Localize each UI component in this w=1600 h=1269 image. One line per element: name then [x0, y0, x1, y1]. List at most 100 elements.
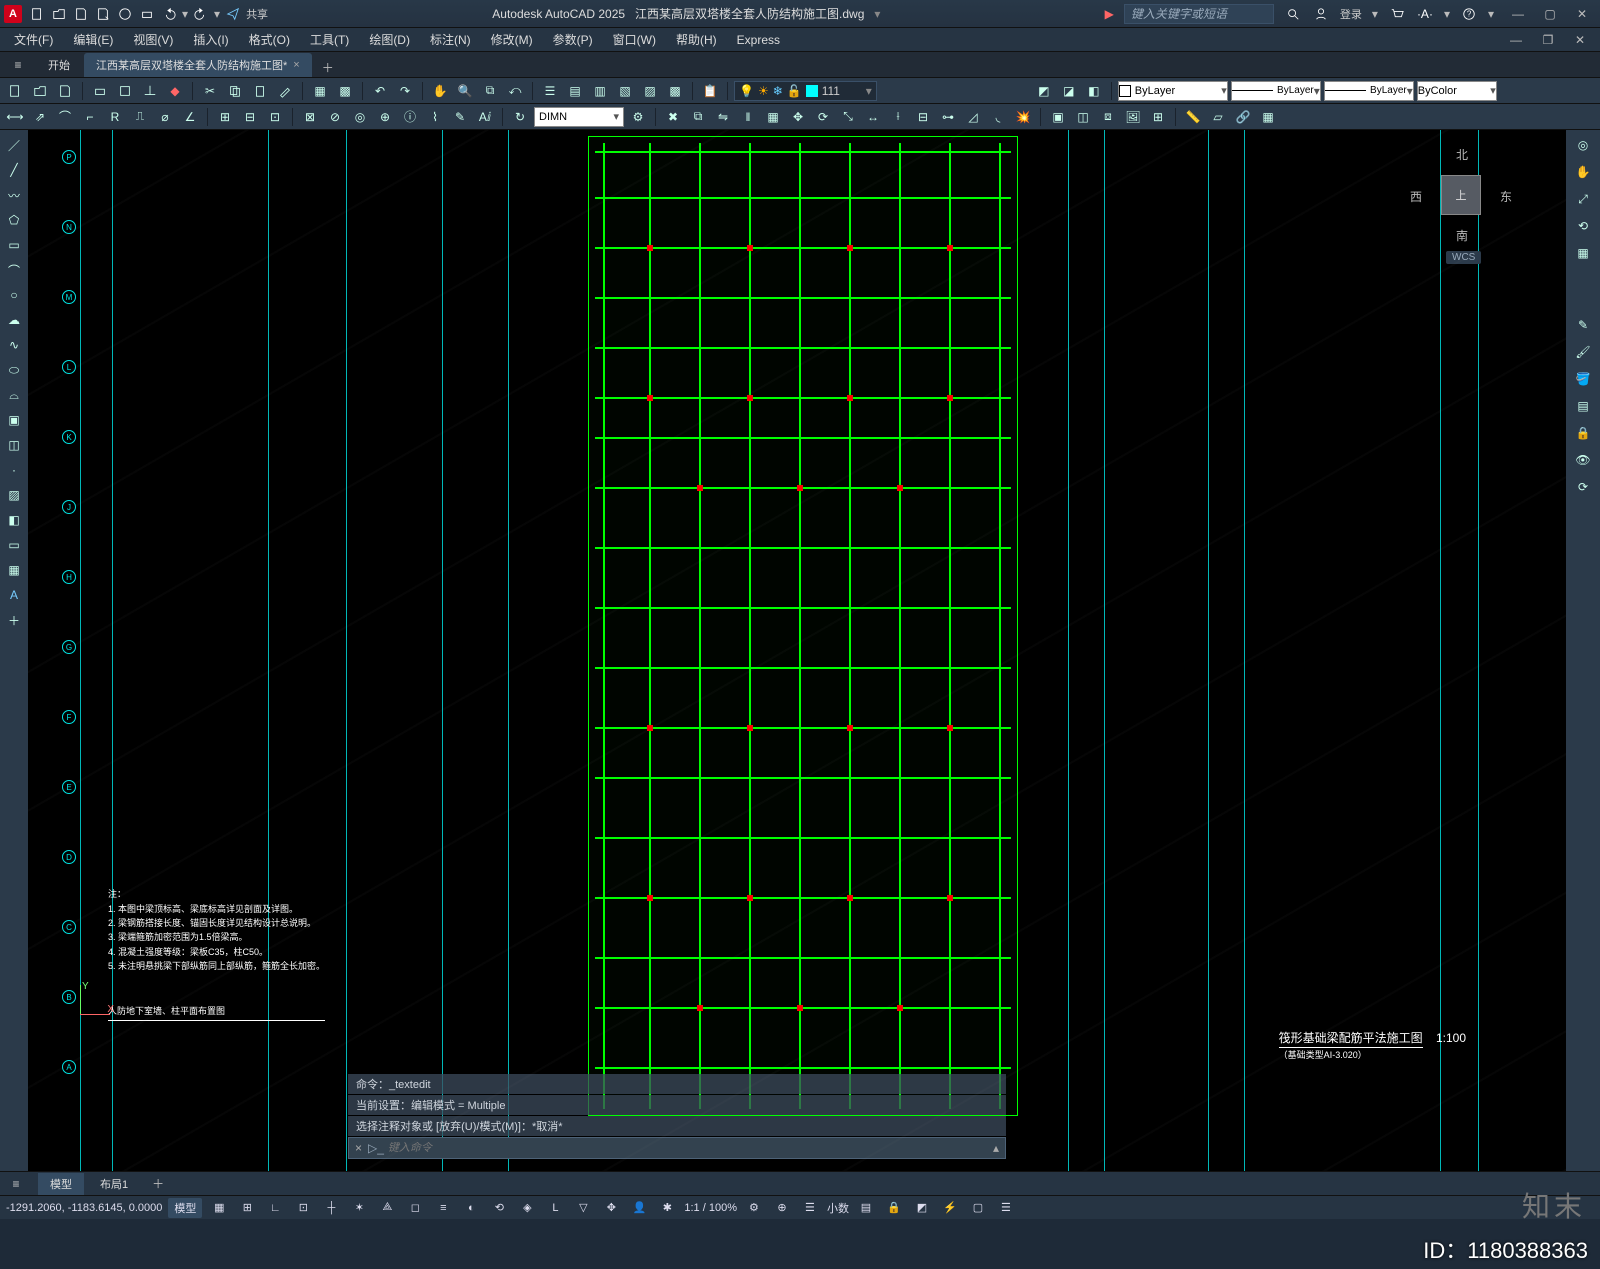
- app-aa-icon[interactable]: ·A·: [1416, 5, 1434, 23]
- dim-radius-icon[interactable]: R: [104, 106, 126, 128]
- dynamic-input-icon[interactable]: ⊡: [292, 1198, 314, 1218]
- gizmo-icon[interactable]: ✥: [600, 1198, 622, 1218]
- mtext-icon[interactable]: A: [3, 584, 25, 606]
- status-model-button[interactable]: 模型: [168, 1198, 202, 1218]
- viewcube-west[interactable]: 西: [1410, 188, 1422, 205]
- copy-obj-icon[interactable]: ⧉: [687, 106, 709, 128]
- makeblock-icon[interactable]: ◫: [3, 434, 25, 456]
- login-label[interactable]: 登录: [1340, 6, 1362, 22]
- command-dropdown-icon[interactable]: ▴: [993, 1141, 999, 1155]
- tab-close-icon[interactable]: ×: [293, 59, 299, 71]
- layers-icon[interactable]: ▤: [1572, 395, 1594, 417]
- polar-icon[interactable]: ✶: [348, 1198, 370, 1218]
- point-icon[interactable]: ·: [3, 459, 25, 481]
- menu-format[interactable]: 格式(O): [241, 29, 298, 50]
- 3dosnap-icon[interactable]: ◈: [516, 1198, 538, 1218]
- copy-icon[interactable]: [224, 80, 246, 102]
- hardware-accel-icon[interactable]: ⚡: [939, 1198, 961, 1218]
- rotate-icon[interactable]: ⟳: [812, 106, 834, 128]
- viewcube-east[interactable]: 东: [1500, 188, 1512, 205]
- dim-jogged-icon[interactable]: ⎍: [129, 106, 151, 128]
- pan-hand-icon[interactable]: ✋: [1572, 161, 1594, 183]
- xline-icon[interactable]: ╱: [3, 159, 25, 181]
- ellipse-icon[interactable]: ⬭: [3, 359, 25, 381]
- menu-edit[interactable]: 编辑(E): [65, 29, 121, 50]
- annotation-monitor-icon[interactable]: ⊕: [771, 1198, 793, 1218]
- orbit-icon[interactable]: ⟲: [1572, 215, 1594, 237]
- zoom-prev-icon[interactable]: ⤺: [504, 80, 526, 102]
- measure-dist-icon[interactable]: 📏: [1182, 106, 1204, 128]
- saveas-icon[interactable]: [94, 5, 112, 23]
- layer-state-dropdown[interactable]: 💡 ☀ ❄ 🔓 111 ▾: [734, 81, 877, 101]
- status-coordinates[interactable]: -1291.2060, -1183.6145, 0.0000: [6, 1202, 162, 1214]
- units-decimal[interactable]: 小数: [827, 1200, 849, 1216]
- tab-model[interactable]: 模型: [38, 1173, 84, 1195]
- viewcube-south[interactable]: 南: [1456, 227, 1468, 244]
- command-text-field[interactable]: [388, 1142, 993, 1154]
- pan-icon[interactable]: ✋: [429, 80, 451, 102]
- arc-icon[interactable]: ⌒: [3, 259, 25, 281]
- close-button[interactable]: ✕: [1568, 4, 1596, 24]
- search-input[interactable]: 键入关键字或短语: [1124, 4, 1274, 24]
- menu-file[interactable]: 文件(F): [6, 29, 61, 50]
- dimtedit-icon[interactable]: Aⅈ: [474, 106, 496, 128]
- zoom-window-icon[interactable]: ⧉: [479, 80, 501, 102]
- array-icon[interactable]: ▦: [762, 106, 784, 128]
- menu-window[interactable]: 窗口(W): [605, 29, 664, 50]
- viewcube-wcs[interactable]: WCS: [1446, 251, 1481, 264]
- dynamic-ucs-icon[interactable]: L: [544, 1198, 566, 1218]
- field-icon[interactable]: ⊞: [1147, 106, 1169, 128]
- infer-icon[interactable]: ∟: [264, 1198, 286, 1218]
- image-icon[interactable]: 🖼: [1122, 106, 1144, 128]
- fillet-icon[interactable]: ◟: [987, 106, 1009, 128]
- viewcube-top[interactable]: 上: [1441, 175, 1481, 215]
- dimupdate-icon[interactable]: ↻: [509, 106, 531, 128]
- dim-aligned-icon[interactable]: ⇗: [29, 106, 51, 128]
- layer-props-icon[interactable]: 📋: [699, 80, 721, 102]
- pline-icon[interactable]: 〰: [3, 184, 25, 206]
- lineweight-dropdown[interactable]: ByLayer ▾: [1324, 81, 1414, 101]
- trimextend-icon[interactable]: ⟊: [887, 106, 909, 128]
- join-icon[interactable]: ⊶: [937, 106, 959, 128]
- drawing-canvas[interactable]: P N M L K J H G F E D C B A 注： 1. 本图中梁顶标…: [28, 130, 1566, 1171]
- pencil-icon[interactable]: ✎: [1572, 314, 1594, 336]
- doc-restore-button[interactable]: ❐: [1534, 30, 1562, 50]
- break-icon[interactable]: ⊟: [912, 106, 934, 128]
- save-doc-icon[interactable]: [54, 80, 76, 102]
- snapmode-icon[interactable]: ⊞: [236, 1198, 258, 1218]
- open-doc-icon[interactable]: [29, 80, 51, 102]
- 3ddwf-icon[interactable]: ◆: [164, 80, 186, 102]
- dim-arc-icon[interactable]: ⌒: [54, 106, 76, 128]
- sheetset-icon[interactable]: ▧: [614, 80, 636, 102]
- search-icon[interactable]: [1284, 5, 1302, 23]
- layer-match-icon[interactable]: ◧: [1083, 80, 1105, 102]
- customize-icon[interactable]: ☰: [995, 1198, 1017, 1218]
- lock-ui-icon[interactable]: 🔒: [883, 1198, 905, 1218]
- tab-add-layout[interactable]: ＋: [148, 1174, 168, 1194]
- quickcalc-icon[interactable]: ▩: [664, 80, 686, 102]
- move-icon[interactable]: ✥: [787, 106, 809, 128]
- markup-icon[interactable]: ▨: [639, 80, 661, 102]
- cart-icon[interactable]: [1388, 5, 1406, 23]
- annoscale-icon[interactable]: ✱: [656, 1198, 678, 1218]
- gradient-icon[interactable]: ◧: [3, 509, 25, 531]
- share-plane-icon[interactable]: [224, 5, 242, 23]
- workspace-switching-icon[interactable]: ⚙: [743, 1198, 765, 1218]
- hatch-icon[interactable]: ▨: [3, 484, 25, 506]
- undo2-icon[interactable]: ↶: [369, 80, 391, 102]
- dim-continue-icon[interactable]: ⊡: [264, 106, 286, 128]
- print-icon[interactable]: [89, 80, 111, 102]
- revcloud-icon[interactable]: ☁: [3, 309, 25, 331]
- units-icon[interactable]: ☰: [799, 1198, 821, 1218]
- isodraft-icon[interactable]: ⟁: [376, 1198, 398, 1218]
- inspect-icon[interactable]: ⓘ: [399, 106, 421, 128]
- dim-break-icon[interactable]: ⊘: [324, 106, 346, 128]
- hamburger-icon[interactable]: ≡: [6, 53, 30, 77]
- commandline-close-icon[interactable]: ×: [355, 1141, 362, 1155]
- help-icon[interactable]: ?: [1460, 5, 1478, 23]
- share-label[interactable]: 共享: [246, 6, 268, 22]
- dimedit-icon[interactable]: ✎: [449, 106, 471, 128]
- tab-new-button[interactable]: ＋: [318, 57, 338, 77]
- transparency-icon[interactable]: ◐: [460, 1198, 482, 1218]
- viewcube-north[interactable]: 北: [1456, 146, 1468, 163]
